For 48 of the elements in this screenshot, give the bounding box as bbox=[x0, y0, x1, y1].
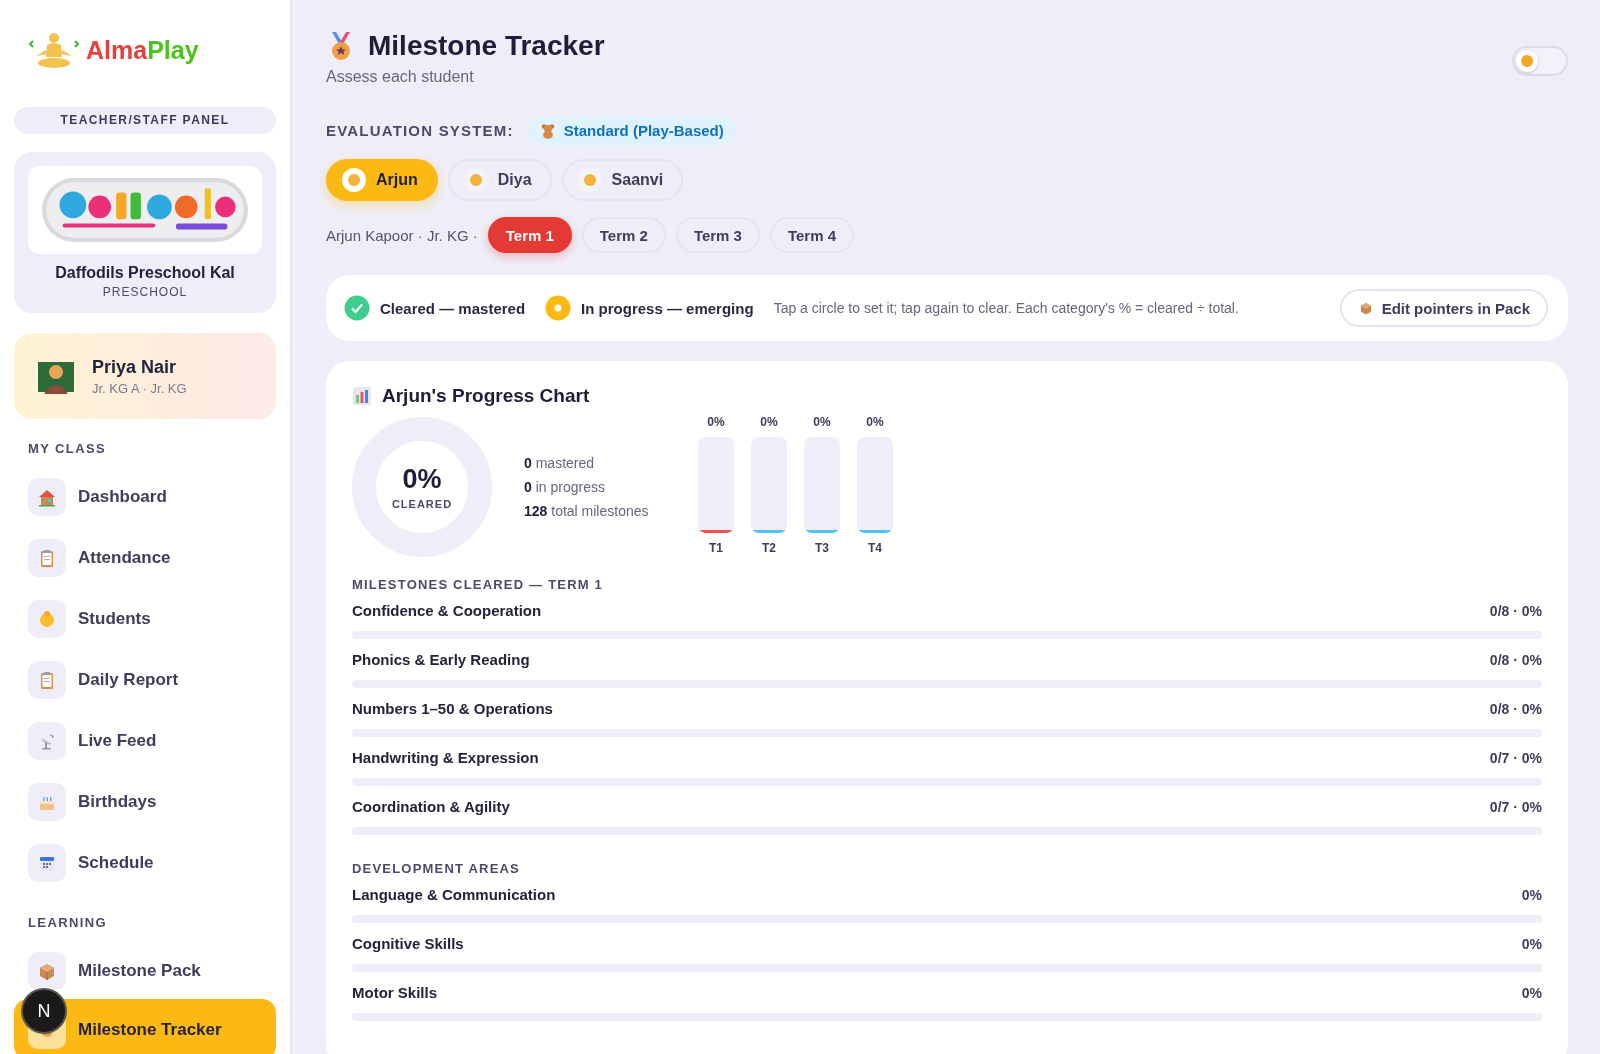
evaluation-chip: Standard (Play-Based) bbox=[527, 116, 736, 145]
bar-value-label: 0% bbox=[760, 415, 778, 429]
bar-term-label: T3 bbox=[815, 541, 829, 555]
legend-label: Cleared — mastered bbox=[380, 299, 526, 317]
bar-value-label: 0% bbox=[813, 415, 831, 429]
student-info: Arjun Kapoor · Jr. KG · bbox=[326, 226, 478, 244]
category-name: Confidence & Cooperation bbox=[352, 602, 542, 619]
category-reading: 0/7 · 0% bbox=[1489, 798, 1542, 815]
bar-value-label: 0% bbox=[866, 415, 884, 429]
category-reading: 0% bbox=[1521, 984, 1542, 1001]
category-name: Numbers 1–50 & Operations bbox=[352, 700, 553, 717]
category-name: Motor Skills bbox=[352, 984, 437, 1001]
category-reading: 0% bbox=[1521, 935, 1542, 952]
category-name: Phonics & Early Reading bbox=[352, 651, 530, 668]
category-reading: 0/8 · 0% bbox=[1489, 700, 1542, 717]
school-name: Daffodils Preschool Kal bbox=[54, 264, 236, 282]
section-title: MILESTONES CLEARED — TERM 1 bbox=[352, 577, 604, 592]
bar-value-label: 0% bbox=[707, 415, 725, 429]
ring-label: CLEARED bbox=[391, 498, 453, 510]
category-name: Cognitive Skills bbox=[352, 935, 464, 952]
panel-label: TEACHER/STAFF PANEL bbox=[14, 107, 276, 134]
profile-name: Priya Nair bbox=[92, 356, 178, 378]
category-reading: 0/8 · 0% bbox=[1489, 602, 1542, 619]
bar-term-label: T2 bbox=[762, 541, 776, 555]
evaluation-label: EVALUATION SYSTEM: bbox=[326, 122, 514, 139]
category-reading: 0/7 · 0% bbox=[1489, 749, 1542, 766]
category-name: Coordination & Agility bbox=[352, 798, 510, 815]
profile-class: Jr. KG A · Jr. KG bbox=[92, 380, 187, 396]
category-reading: 0% bbox=[1521, 886, 1542, 903]
chart-title: Arjun's Progress Chart bbox=[382, 385, 590, 407]
section-title: LEARNING bbox=[28, 915, 109, 930]
ring-value: 0% bbox=[402, 464, 442, 495]
stat-text: 0 in progress bbox=[524, 479, 606, 495]
legend-label: In progress — emerging bbox=[581, 299, 754, 317]
section-title: DEVELOPMENT AREAS bbox=[352, 861, 521, 876]
category-name: Handwriting & Expression bbox=[352, 749, 539, 766]
bar-term-label: T4 bbox=[868, 541, 882, 555]
bar-term-label: T1 bbox=[709, 541, 723, 555]
section-title: MY CLASS bbox=[28, 441, 108, 456]
stat-text: 0 mastered bbox=[524, 455, 596, 471]
category-reading: 0/8 · 0% bbox=[1489, 651, 1542, 668]
category-name: Language & Communication bbox=[352, 886, 556, 903]
school-type: PRESCHOOL bbox=[101, 285, 189, 299]
hint-text: Tap a circle to set it; tap again to clear. Each category's % = cleared ÷ total. bbox=[773, 300, 1240, 316]
brand-name: AlmaPlay bbox=[86, 35, 199, 65]
page-subtitle: Assess each student bbox=[326, 68, 475, 86]
stat-text: 128 total milestones bbox=[524, 503, 650, 519]
page-title: Milestone Tracker bbox=[368, 30, 605, 62]
